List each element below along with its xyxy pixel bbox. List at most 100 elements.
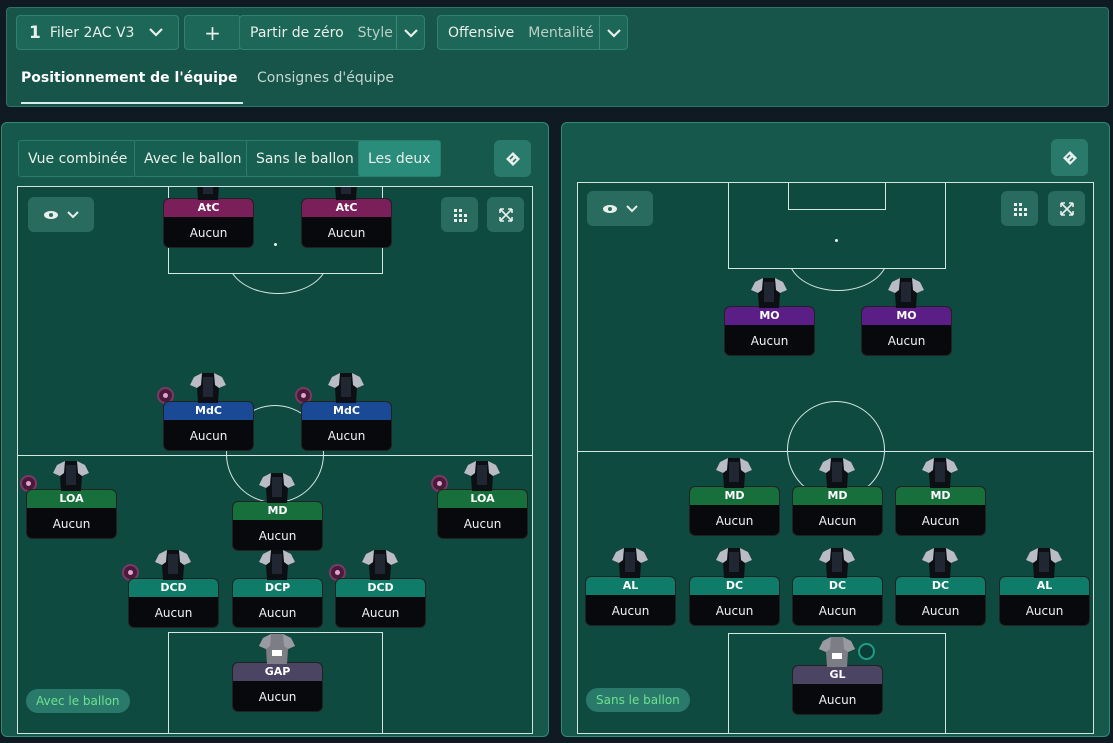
player-slot[interactable]: DC Aucun <box>792 548 883 626</box>
player-slot[interactable]: DCP Aucun <box>232 550 323 628</box>
chevron-down-icon[interactable] <box>396 16 424 49</box>
player-slot[interactable]: DCD Aucun <box>329 550 426 628</box>
tactic-name: Filer 2AC V3 <box>49 24 135 41</box>
add-tactic-button[interactable]: + <box>184 15 241 50</box>
view-in-possession-button[interactable]: Avec le ballon <box>134 140 252 177</box>
player-card[interactable]: DC Aucun <box>689 576 780 626</box>
style-label: Style <box>357 24 393 41</box>
player-slot[interactable]: MO Aucun <box>724 278 815 356</box>
player-slot[interactable]: AL Aucun <box>999 548 1090 626</box>
player-card[interactable]: AtC Aucun <box>301 198 392 248</box>
role-label: Aucun <box>818 693 857 707</box>
player-card[interactable]: DC Aucun <box>792 576 883 626</box>
player-card[interactable]: AL Aucun <box>585 576 676 626</box>
player-card[interactable]: MdC Aucun <box>301 401 392 451</box>
position-label: MD <box>793 487 882 505</box>
player-slot[interactable]: DC Aucun <box>689 548 780 626</box>
view-combined-button[interactable]: Vue combinée <box>18 140 138 177</box>
position-label: LOA <box>27 490 116 508</box>
player-slot[interactable]: LOA Aucun <box>20 461 117 539</box>
shirt-icon <box>257 548 297 580</box>
tactic-number: 1 <box>29 22 41 43</box>
player-slot[interactable]: AtC Aucun <box>163 187 254 248</box>
player-slot[interactable]: GL Aucun <box>792 637 883 715</box>
tab-team-positioning[interactable]: Positionnement de l'équipe <box>21 70 237 86</box>
player-card[interactable]: LOA Aucun <box>437 489 528 539</box>
role-label: Aucun <box>818 604 857 618</box>
in-possession-panel: Vue combinée Avec le ballon Sans le ball… <box>1 122 549 737</box>
plus-icon: + <box>204 20 221 45</box>
player-slot[interactable]: LOA Aucun <box>431 461 528 539</box>
player-card[interactable]: MD Aucun <box>232 501 323 551</box>
player-card[interactable]: DCP Aucun <box>232 578 323 628</box>
position-label: MD <box>233 502 322 520</box>
view-both-button[interactable]: Les deux <box>358 140 441 177</box>
role-label: Aucun <box>921 604 960 618</box>
player-card[interactable]: MO Aucun <box>861 306 952 356</box>
player-card[interactable]: AL Aucun <box>999 576 1090 626</box>
position-label: GL <box>793 666 882 684</box>
player-card[interactable]: MD Aucun <box>689 486 780 536</box>
out-of-possession-panel: Sans le ballon MO Aucun MO Aucun MD Aucun MD Au… <box>561 122 1110 737</box>
player-card[interactable]: GAP Aucun <box>232 662 323 712</box>
position-label: LOA <box>438 490 527 508</box>
instruction-indicator-icon <box>858 643 875 660</box>
player-slot[interactable]: MD Aucun <box>232 473 323 551</box>
player-card[interactable]: DCD Aucun <box>335 578 426 628</box>
player-slot[interactable]: AL Aucun <box>585 548 676 626</box>
player-slot[interactable]: MdC Aucun <box>157 373 254 451</box>
player-card[interactable]: MD Aucun <box>792 486 883 536</box>
player-card[interactable]: DCD Aucun <box>128 578 219 628</box>
player-slot[interactable]: MD Aucun <box>792 458 883 536</box>
player-slot[interactable]: GAP Aucun <box>232 634 323 712</box>
view-out-of-possession-button[interactable]: Sans le ballon <box>246 140 364 177</box>
shirt-icon <box>886 276 926 308</box>
shirt-icon <box>188 371 228 403</box>
mentality-value: Offensive <box>448 24 515 41</box>
player-card[interactable]: MO Aucun <box>724 306 815 356</box>
swap-icon[interactable] <box>1051 139 1088 176</box>
shirt-icon <box>714 456 754 488</box>
player-card[interactable]: MD Aucun <box>895 486 986 536</box>
role-label: Aucun <box>715 604 754 618</box>
player-slot[interactable]: DCD Aucun <box>122 550 219 628</box>
expand-button[interactable] <box>487 197 524 232</box>
player-card[interactable]: AtC Aucun <box>163 198 254 248</box>
role-label: Aucun <box>52 517 91 531</box>
grid-toggle-button[interactable] <box>441 197 478 232</box>
grid-toggle-button[interactable] <box>1001 191 1038 226</box>
expand-button[interactable] <box>1048 191 1085 226</box>
player-card[interactable]: MdC Aucun <box>163 401 254 451</box>
style-dropdown[interactable]: Partir de zéro Style <box>239 15 425 50</box>
player-card[interactable]: GL Aucun <box>792 665 883 715</box>
shirt-icon <box>920 456 960 488</box>
position-label: GAP <box>233 663 322 681</box>
position-label: AL <box>586 577 675 595</box>
player-slot[interactable]: MdC Aucun <box>295 373 392 451</box>
expand-icon <box>1059 201 1074 216</box>
position-label: AL <box>1000 577 1089 595</box>
role-label: Aucun <box>189 429 228 443</box>
visibility-toggle[interactable] <box>28 197 94 232</box>
grid-icon <box>1013 202 1027 216</box>
player-card[interactable]: DC Aucun <box>895 576 986 626</box>
swap-icon[interactable] <box>494 140 531 177</box>
shirt-icon <box>817 456 857 488</box>
player-slot[interactable]: AtC Aucun <box>301 187 392 248</box>
position-label: DC <box>793 577 882 595</box>
player-card[interactable]: LOA Aucun <box>26 489 117 539</box>
shirt-icon <box>817 546 857 578</box>
penalty-spot <box>835 239 838 242</box>
visibility-toggle[interactable] <box>587 191 653 226</box>
player-slot[interactable]: MD Aucun <box>895 458 986 536</box>
player-slot[interactable]: MD Aucun <box>689 458 780 536</box>
tab-team-instructions[interactable]: Consignes d'équipe <box>257 70 394 86</box>
player-slot[interactable]: DC Aucun <box>895 548 986 626</box>
position-label: DC <box>690 577 779 595</box>
position-label: AtC <box>164 199 253 217</box>
chevron-down-icon[interactable] <box>599 16 627 49</box>
player-slot[interactable]: MO Aucun <box>861 278 952 356</box>
position-label: MO <box>862 307 951 325</box>
tactic-selector[interactable]: 1 Filer 2AC V3 <box>16 15 179 50</box>
mentality-dropdown[interactable]: Offensive Mentalité <box>437 15 628 50</box>
